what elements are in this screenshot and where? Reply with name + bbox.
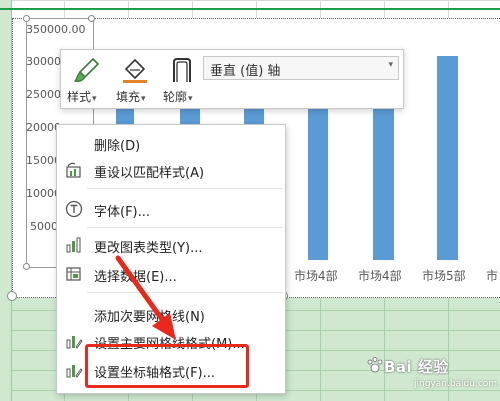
menu-separator: [87, 227, 283, 228]
menu-item-change-chart-type[interactable]: 更改图表类型(Y)...: [57, 233, 285, 257]
change-chart-type-icon: [66, 237, 81, 253]
paw-icon: [367, 357, 383, 373]
gridline-format-icon: [66, 336, 83, 349]
menu-separator: [87, 188, 283, 189]
y-tick-label: 5000: [30, 220, 58, 233]
menu-item-reset-style[interactable]: 重设以匹配样式(A): [57, 158, 285, 182]
y-tick-label: 350000.00: [26, 23, 86, 36]
paint-bucket-icon: [123, 58, 147, 83]
chart-resize-handle[interactable]: [7, 291, 17, 301]
select-data-icon: [66, 267, 81, 281]
chart-bar[interactable]: [437, 56, 458, 260]
y-tick-label: 25000: [26, 88, 61, 101]
dropdown-arrow-icon: ▾: [388, 60, 393, 70]
font-icon: [65, 200, 83, 218]
style-button[interactable]: 样式▾: [67, 50, 107, 110]
outline-icon: [173, 58, 191, 82]
x-axis-label: 市: [486, 269, 499, 283]
x-axis-label: 市场4部: [294, 269, 338, 283]
menu-item-add-minor-gridlines[interactable]: 添加次要网格线(N): [57, 302, 285, 326]
chart-bar[interactable]: [308, 100, 328, 260]
x-axis-label: 市场4部: [358, 269, 402, 283]
menu-item-delete[interactable]: 删除(D): [57, 131, 285, 155]
x-axis-label: 市场5部: [422, 269, 466, 283]
menu-item-select-data[interactable]: 选择数据(E)...: [57, 262, 285, 286]
style-label: 样式▾: [67, 90, 97, 104]
axis-selection-handle[interactable]: [88, 15, 95, 22]
reset-style-icon: [66, 162, 81, 178]
y-tick-label: 30000: [26, 55, 61, 68]
fill-button[interactable]: 填充▾: [116, 50, 156, 110]
baidu-watermark: Bai 经验 jingyan.baidu.com: [366, 354, 498, 398]
menu-separator: [87, 292, 283, 293]
axis-selection-handle[interactable]: [23, 15, 30, 22]
selection-border: [0, 8, 500, 10]
outline-button[interactable]: 轮廓▾: [163, 50, 203, 110]
outline-label: 轮廓▾: [163, 90, 193, 104]
highlight-box: [85, 344, 249, 388]
brush-icon: [73, 57, 100, 82]
fill-label: 填充▾: [116, 90, 146, 104]
axis-selection-handle[interactable]: [23, 263, 30, 270]
chart-element-select[interactable]: 垂直 (值) 轴 ▾: [203, 56, 399, 80]
axis-format-icon: [66, 365, 83, 378]
chart-bar[interactable]: [373, 98, 394, 260]
row-header-strip: [0, 0, 12, 401]
menu-item-font[interactable]: 字体(F)...: [57, 197, 285, 221]
chart-format-toolbar: 样式▾ 填充▾ 轮廓▾ 垂直 (值) 轴 ▾: [60, 49, 404, 109]
